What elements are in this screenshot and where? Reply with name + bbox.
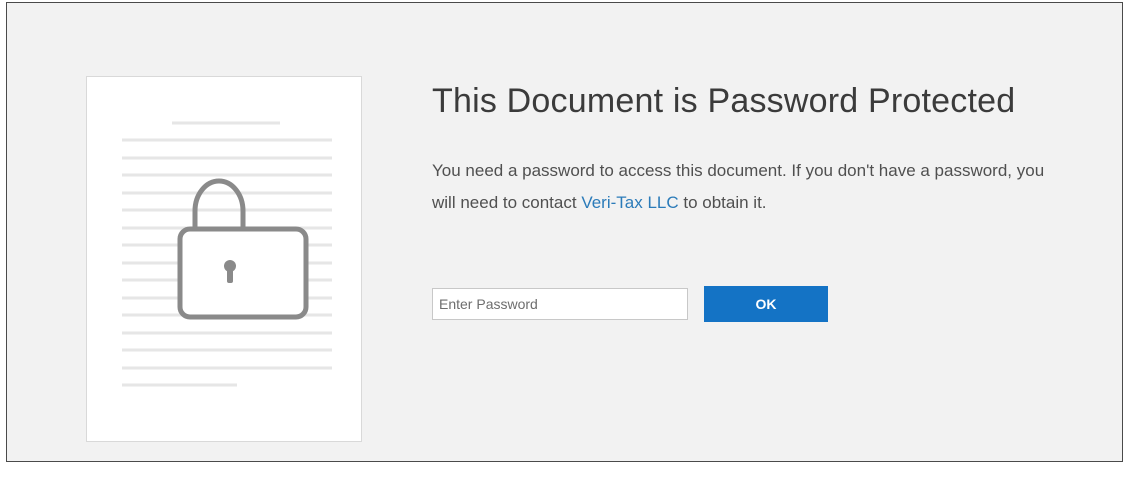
password-form: OK [432,286,828,322]
password-dialog: This Document is Password Protected You … [6,2,1123,462]
ok-button[interactable]: OK [704,286,828,322]
document-thumbnail-icon [86,76,362,442]
page-title: This Document is Password Protected [432,82,1016,120]
lock-icon [122,121,332,387]
dialog-content: This Document is Password Protected You … [432,81,1092,322]
contact-link[interactable]: Veri-Tax LLC [581,193,678,212]
instruction-message: You need a password to access this docum… [432,155,1072,219]
message-text-after-link: to obtain it. [678,193,767,212]
password-input[interactable] [432,288,688,320]
